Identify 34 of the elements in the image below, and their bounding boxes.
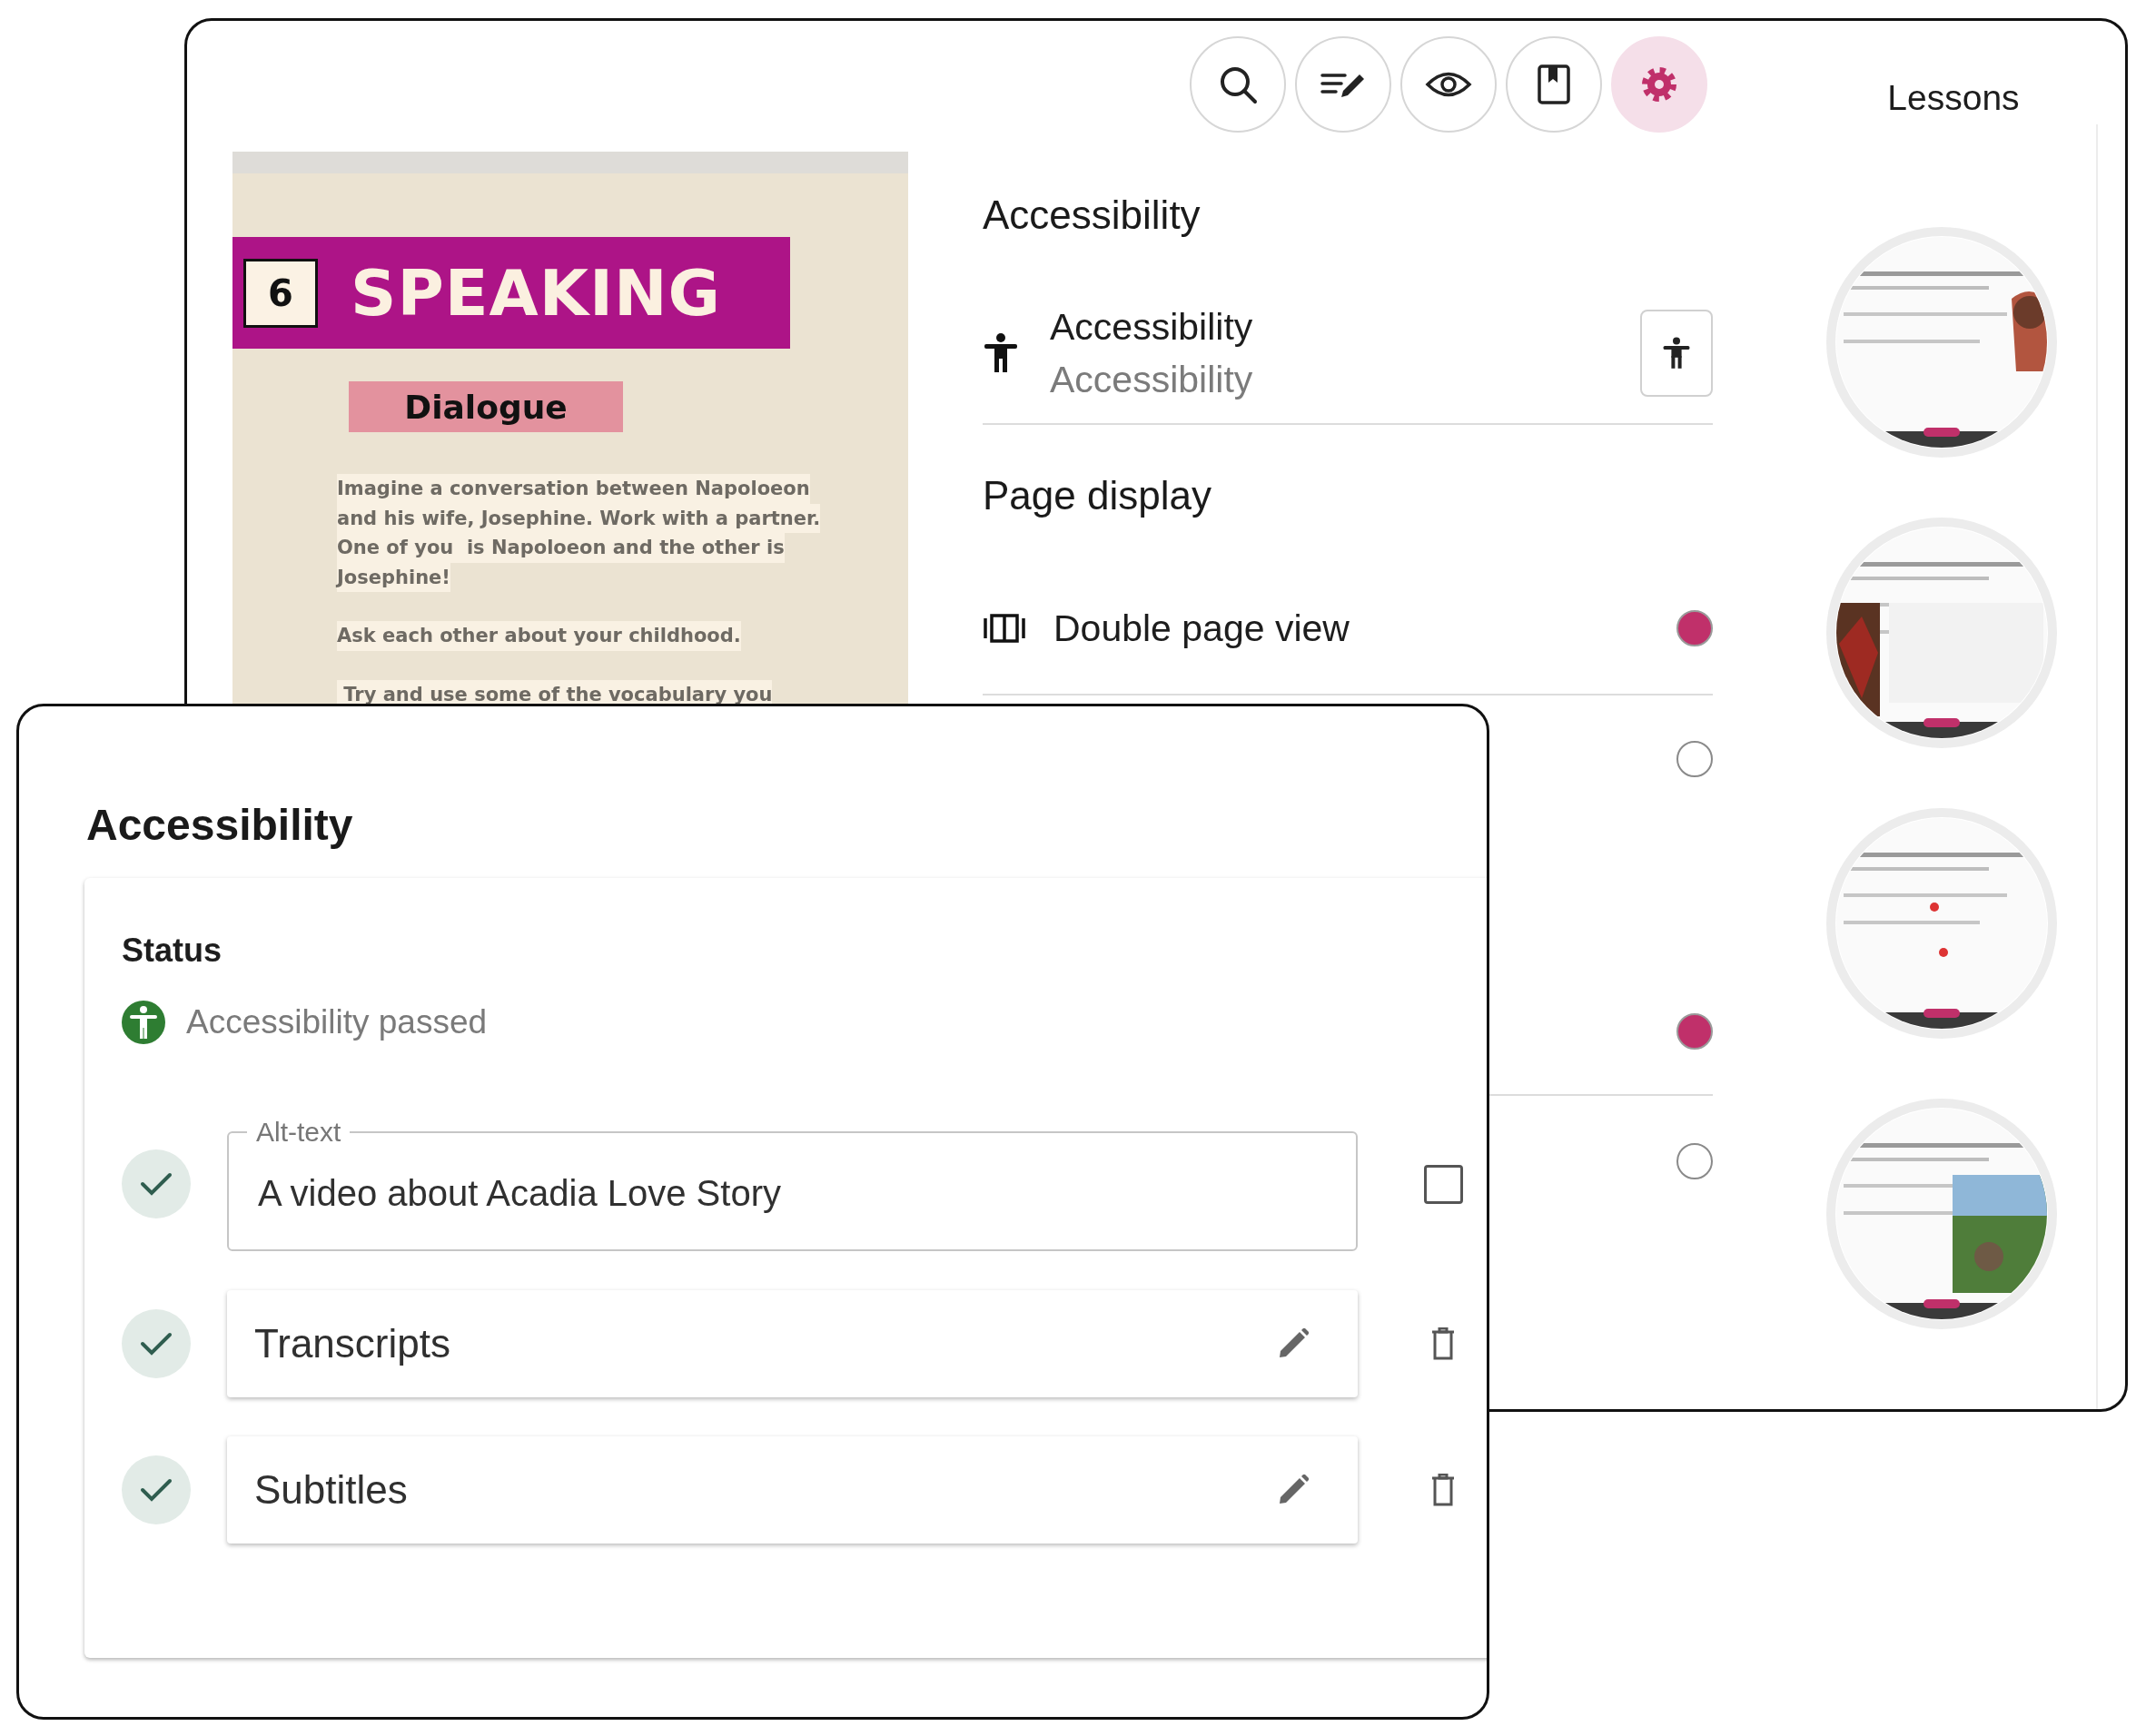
double-page-icon <box>983 613 1026 644</box>
section-heading: Page display <box>983 472 1212 519</box>
radio-button[interactable] <box>1676 610 1713 646</box>
accessibility-button[interactable] <box>1640 310 1713 397</box>
pencil-icon <box>1278 1475 1309 1505</box>
subtitle-label: Dialogue <box>349 381 623 432</box>
settings-icon <box>1639 64 1679 104</box>
field-value[interactable]: A video about Acadia Love Story <box>258 1148 1327 1238</box>
resource-card[interactable]: Transcripts <box>227 1290 1358 1397</box>
resource-label: Subtitles <box>254 1467 409 1513</box>
setting-title: Accessibility <box>1050 305 1254 350</box>
status-text: Accessibility passed <box>186 1003 488 1041</box>
pencil-icon <box>1278 1328 1309 1359</box>
radio-button[interactable] <box>1676 1012 1713 1050</box>
accessibility-icon <box>983 333 1019 373</box>
accessibility-icon <box>1662 337 1691 370</box>
lessons-label[interactable]: Lessons <box>1887 54 2020 118</box>
radio-button[interactable] <box>1676 1142 1713 1179</box>
section-title: SPEAKING <box>351 255 722 330</box>
setting-subtitle: Accessibility <box>1050 358 1254 402</box>
field-label: Alt-text <box>255 1117 342 1148</box>
resource-label: Transcripts <box>254 1321 451 1366</box>
status-label: Status <box>122 931 223 971</box>
checkbox[interactable] <box>1423 1164 1463 1204</box>
radio-button[interactable] <box>1676 741 1713 777</box>
resource-card[interactable]: Subtitles <box>227 1436 1358 1544</box>
bookmark-icon <box>1538 64 1570 104</box>
trash-icon <box>1431 1474 1455 1506</box>
trash-icon <box>1431 1327 1455 1360</box>
accessibility-icon <box>122 1001 165 1044</box>
option-label: Double page view <box>1053 607 1350 650</box>
dialog-title: Accessibility <box>86 800 354 851</box>
section-heading: Accessibility <box>983 192 1202 239</box>
section-number: 6 <box>243 258 318 328</box>
